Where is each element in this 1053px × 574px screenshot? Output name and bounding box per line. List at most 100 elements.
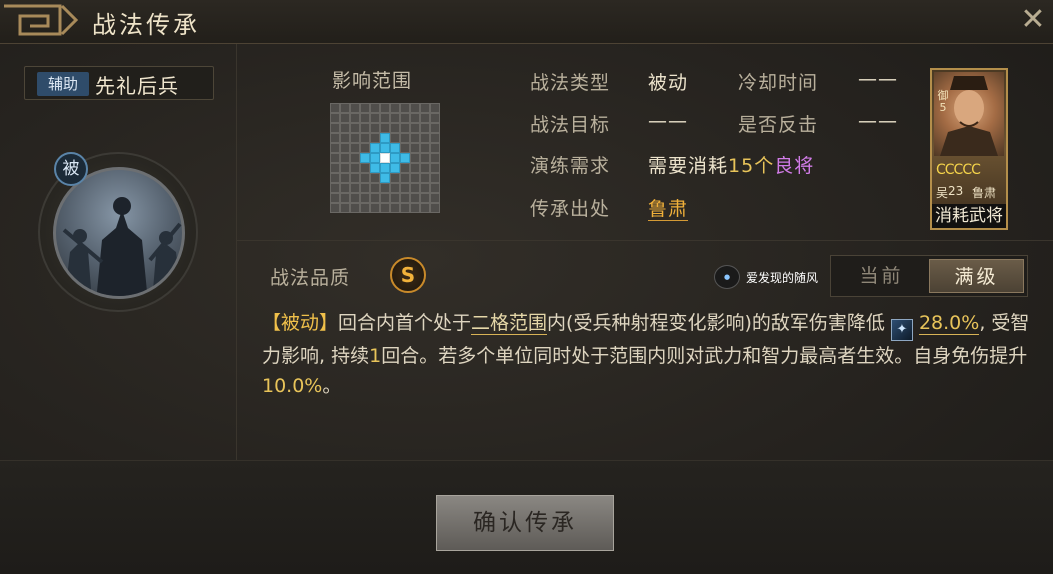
range-cell bbox=[420, 203, 430, 213]
range-cell bbox=[430, 113, 440, 123]
general-card[interactable]: 御5 CCCCC 吴 23 鲁肃 消耗武将 bbox=[930, 68, 1008, 230]
desc-part-5: 。 bbox=[322, 375, 342, 397]
range-cell bbox=[430, 203, 440, 213]
range-cell bbox=[390, 133, 400, 143]
range-cell bbox=[350, 193, 360, 203]
range-cell bbox=[370, 193, 380, 203]
range-cell-hit bbox=[390, 143, 400, 153]
range-cell-hit bbox=[380, 173, 390, 183]
range-cell bbox=[350, 203, 360, 213]
range-cell bbox=[360, 183, 370, 193]
skill-name: 先礼后兵 bbox=[95, 74, 179, 98]
require-item[interactable]: 良将 bbox=[774, 155, 814, 177]
range-cell bbox=[390, 123, 400, 133]
range-cell bbox=[340, 183, 350, 193]
range-cell bbox=[410, 123, 420, 133]
range-cell-self bbox=[380, 153, 390, 163]
range-cell bbox=[400, 203, 410, 213]
soldiers-silhouette-icon bbox=[62, 197, 182, 296]
desc-value-2: 10.0% bbox=[262, 375, 323, 397]
intelligence-icon: ✦ bbox=[890, 319, 913, 341]
range-cell bbox=[410, 103, 420, 113]
range-cell bbox=[330, 123, 340, 133]
header-ornament-icon bbox=[4, 4, 79, 36]
watermark-text: 爱发现的随风 bbox=[746, 271, 819, 285]
range-cell bbox=[420, 183, 430, 193]
range-cell bbox=[390, 173, 400, 183]
range-cell bbox=[410, 113, 420, 123]
range-cell bbox=[350, 103, 360, 113]
general-portrait: 御5 bbox=[934, 72, 1004, 156]
range-cell bbox=[330, 193, 340, 203]
range-cell bbox=[400, 173, 410, 183]
range-cell-hit bbox=[370, 153, 380, 163]
toggle-current-button[interactable]: 当前 bbox=[834, 259, 929, 293]
range-cell bbox=[430, 153, 440, 163]
range-cell-hit bbox=[380, 163, 390, 173]
range-cell bbox=[420, 113, 430, 123]
range-cell bbox=[420, 143, 430, 153]
range-label: 影响范围 bbox=[332, 70, 413, 92]
range-cell bbox=[430, 103, 440, 113]
range-cell bbox=[430, 183, 440, 193]
range-cell-hit bbox=[370, 163, 380, 173]
skill-description: 【被动】回合内首个处于二格范围内(受兵种射程变化影响)的敌军伤害降低 ✦ 28.… bbox=[262, 308, 1042, 401]
skill-portrait[interactable] bbox=[53, 167, 185, 299]
header-bar: 战法传承 ✕ bbox=[0, 0, 1053, 44]
desc-rounds: 1 bbox=[369, 345, 382, 367]
range-cell bbox=[370, 173, 380, 183]
require-prefix: 需要消耗 bbox=[648, 155, 729, 177]
source-value[interactable]: 鲁肃 bbox=[648, 194, 689, 221]
range-cell-hit bbox=[390, 163, 400, 173]
range-cell bbox=[340, 163, 350, 173]
range-cell bbox=[400, 143, 410, 153]
require-label: 演练需求 bbox=[530, 155, 611, 177]
range-cell bbox=[360, 173, 370, 183]
require-value: 需要消耗15个良将 bbox=[648, 151, 814, 178]
skill-name-box: 辅助 先礼后兵 bbox=[24, 66, 214, 100]
range-cell bbox=[340, 153, 350, 163]
range-cell bbox=[430, 163, 440, 173]
toggle-max-button[interactable]: 满级 bbox=[929, 259, 1024, 293]
range-cell bbox=[330, 183, 340, 193]
counter-label: 是否反击 bbox=[738, 114, 819, 136]
desc-value-1: 28.0% bbox=[918, 312, 980, 335]
range-cell bbox=[400, 123, 410, 133]
range-cell bbox=[410, 203, 420, 213]
range-cell bbox=[370, 103, 380, 113]
range-cell bbox=[420, 123, 430, 133]
divider bbox=[237, 240, 1053, 241]
range-cell bbox=[330, 103, 340, 113]
range-cell bbox=[370, 123, 380, 133]
range-cell bbox=[400, 163, 410, 173]
range-cell bbox=[410, 133, 420, 143]
range-cell bbox=[390, 113, 400, 123]
range-cell bbox=[430, 173, 440, 183]
range-link[interactable]: 二格范围 bbox=[471, 312, 548, 335]
confirm-inherit-button[interactable]: 确认传承 bbox=[436, 495, 614, 551]
range-cell bbox=[330, 113, 340, 123]
range-cell bbox=[380, 193, 390, 203]
quality-label: 战法品质 bbox=[270, 267, 351, 289]
range-cell bbox=[420, 103, 430, 113]
range-cell bbox=[430, 123, 440, 133]
target-value: —— bbox=[648, 110, 688, 132]
range-cell bbox=[400, 183, 410, 193]
range-cell bbox=[340, 203, 350, 213]
close-icon[interactable]: ✕ bbox=[1018, 5, 1048, 36]
source-general-link[interactable]: 鲁肃 bbox=[648, 198, 689, 221]
range-cell bbox=[340, 123, 350, 133]
range-cell bbox=[430, 143, 440, 153]
cooldown-label: 冷却时间 bbox=[738, 72, 819, 94]
range-cell bbox=[380, 103, 390, 113]
card-caption: 消耗武将 bbox=[932, 204, 1006, 228]
range-cell bbox=[410, 183, 420, 193]
range-cell bbox=[360, 143, 370, 153]
card-camp: 吴 bbox=[936, 186, 949, 200]
range-cell bbox=[430, 133, 440, 143]
desc-part-4: 回合。若多个单位同时处于范围内则对武力和智力最高者生效。自身免伤提升 bbox=[381, 345, 1028, 367]
range-cell bbox=[420, 153, 430, 163]
range-cell bbox=[370, 113, 380, 123]
range-cell bbox=[380, 203, 390, 213]
desc-part-2: 内(受兵种射程变化影响)的敌军伤害降低 bbox=[547, 312, 885, 334]
